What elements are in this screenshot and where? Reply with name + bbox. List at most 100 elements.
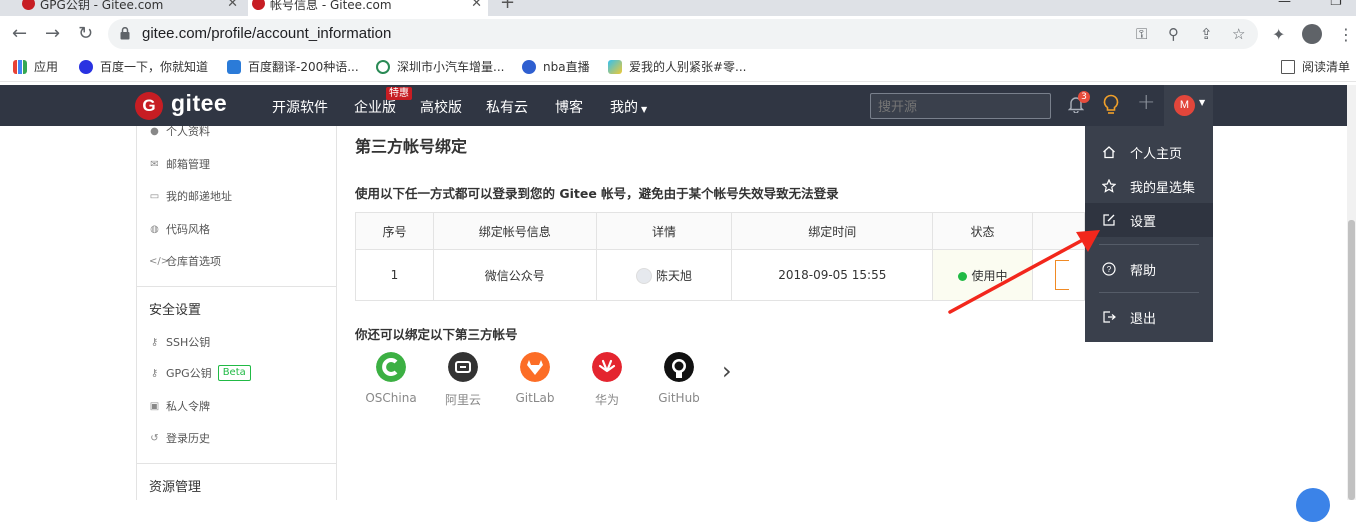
reading-list[interactable]: 阅读清单 xyxy=(1281,58,1350,75)
plus-icon[interactable]: + xyxy=(1137,90,1155,115)
bookmark-music[interactable]: 爱我的人别紧张#零... xyxy=(608,58,747,75)
sidebar-item-login-history[interactable]: ↺ 登录历史 xyxy=(149,430,210,446)
mail-icon: ✉ xyxy=(150,158,159,170)
bookmark-apps[interactable]: 应用 xyxy=(13,58,58,75)
bookmark-star-icon[interactable]: ☆ xyxy=(1232,25,1245,43)
annotation-arrow-icon xyxy=(948,230,1100,314)
sidebar-item-label: 个人资料 xyxy=(166,125,210,138)
menu-item-home[interactable]: 个人主页 xyxy=(1085,135,1213,169)
help-bubble-icon[interactable] xyxy=(1296,488,1330,522)
user-menu-toggle[interactable]: M ▼ xyxy=(1164,85,1213,126)
browser-tab-account[interactable]: 帐号信息 - Gitee.com ✕ xyxy=(248,0,488,16)
bookmark-baidu[interactable]: 百度一下，你就知道 xyxy=(79,58,208,75)
sidebar-item-label: 邮箱管理 xyxy=(166,158,210,171)
provider-label: 阿里云 xyxy=(444,393,481,407)
baidu-icon xyxy=(79,59,93,74)
aliyun-icon xyxy=(448,352,478,382)
more-providers-title: 你还可以绑定以下第三方帐号 xyxy=(355,327,518,342)
nav-private-cloud[interactable]: 私有云 xyxy=(486,97,528,117)
key-icon: ⚷ xyxy=(150,336,159,348)
row-time: 2018-09-05 15:55 xyxy=(731,249,934,301)
reload-icon[interactable]: ↻ xyxy=(78,24,93,44)
menu-item-label: 帮助 xyxy=(1130,263,1157,279)
sidebar-item-label: 登录历史 xyxy=(166,432,210,445)
sidebar-item-profile[interactable]: ● 个人资料 xyxy=(149,123,210,139)
github-icon xyxy=(664,352,694,382)
back-icon[interactable]: ← xyxy=(12,24,27,44)
nav-mine-label: 我的 xyxy=(610,100,638,116)
gitee-logo-text[interactable]: gitee xyxy=(171,90,227,117)
sidebar-item-repo-prefs[interactable]: </> 仓库首选项 xyxy=(149,253,221,269)
gitee-logo-icon[interactable]: G xyxy=(135,92,163,120)
huawei-icon xyxy=(592,352,622,382)
new-tab-icon[interactable]: + xyxy=(500,0,515,13)
sidebar-item-label: 代码风格 xyxy=(166,223,210,236)
key-icon[interactable]: ⚿ xyxy=(1136,25,1147,43)
gitee-header: G gitee 开源软件 企业版 特惠 高校版 私有云 博客 我的▼ 3 + M… xyxy=(0,85,1356,126)
home-icon xyxy=(1103,146,1115,159)
settings-sidebar: ● 个人资料 ✉ 邮箱管理 ▭ 我的邮递地址 ◍ 代码风格 </> 仓库首选项 … xyxy=(136,123,337,500)
nav-enterprise[interactable]: 企业版 xyxy=(354,97,396,117)
provider-oschina[interactable]: OSChina xyxy=(361,352,421,405)
minimize-icon[interactable]: — xyxy=(1278,0,1292,9)
sidebar-item-code-style[interactable]: ◍ 代码风格 xyxy=(149,221,210,237)
maximize-icon[interactable]: ❐ xyxy=(1330,0,1344,9)
extensions-icon[interactable]: ✦ xyxy=(1272,25,1285,44)
menu-icon[interactable]: ⋮ xyxy=(1338,25,1354,44)
nav-blog[interactable]: 博客 xyxy=(555,97,583,117)
column-header: 绑定帐号信息 xyxy=(433,212,597,250)
nav-open-source[interactable]: 开源软件 xyxy=(272,97,328,117)
translate-icon xyxy=(227,59,241,74)
apps-grid-icon xyxy=(13,59,27,74)
nav-mine[interactable]: 我的 ▼ xyxy=(610,97,647,117)
provider-aliyun[interactable]: 阿里云 xyxy=(433,352,493,408)
zoom-icon[interactable]: ⚲ xyxy=(1168,25,1179,43)
sidebar-item-label: 仓库首选项 xyxy=(166,255,221,268)
bookmark-nba[interactable]: nba直播 xyxy=(522,58,590,75)
sidebar-item-address[interactable]: ▭ 我的邮递地址 xyxy=(149,188,232,204)
close-tab-icon[interactable]: ✕ xyxy=(471,0,482,11)
hot-badge: 特惠 xyxy=(386,87,412,100)
history-icon: ↺ xyxy=(150,432,159,444)
chevron-right-icon[interactable]: › xyxy=(722,357,732,385)
lightbulb-icon[interactable] xyxy=(1102,94,1120,116)
beta-badge: Beta xyxy=(217,365,251,381)
sidebar-item-tokens[interactable]: ▣ 私人令牌 xyxy=(149,398,210,414)
security-heading: 安全设置 xyxy=(149,303,202,318)
jrs-icon xyxy=(522,59,536,74)
row-detail: 陈天旭 xyxy=(596,249,733,301)
provider-github[interactable]: GitHub xyxy=(649,352,709,405)
reading-list-icon xyxy=(1281,59,1295,74)
bookmark-label: 深圳市小汽车增量... xyxy=(397,60,505,74)
bookmark-shenzhen[interactable]: 深圳市小汽车增量... xyxy=(376,58,504,75)
sidebar-item-ssh[interactable]: ⚷ SSH公钥 xyxy=(149,334,210,350)
nav-education[interactable]: 高校版 xyxy=(420,97,462,117)
tab-title: GPG公钥 - Gitee.com xyxy=(40,0,164,12)
provider-label: GitLab xyxy=(515,391,555,405)
sidebar-item-email[interactable]: ✉ 邮箱管理 xyxy=(149,156,210,172)
forward-icon[interactable]: → xyxy=(45,24,60,44)
search-input[interactable] xyxy=(870,93,1051,119)
provider-label: GitHub xyxy=(658,391,700,405)
bookmark-fanyi[interactable]: 百度翻译-200种语... xyxy=(227,58,359,75)
row-account: 微信公众号 xyxy=(433,249,597,301)
close-tab-icon[interactable]: ✕ xyxy=(227,0,238,11)
menu-item-stars[interactable]: 我的星选集 xyxy=(1085,169,1213,203)
key-icon: ⚷ xyxy=(150,367,159,379)
sidebar-item-label: SSH公钥 xyxy=(166,336,211,349)
notification-count-badge: 3 xyxy=(1078,91,1090,103)
chevron-down-icon: ▼ xyxy=(641,105,648,114)
profile-avatar-icon[interactable] xyxy=(1302,24,1322,44)
sidebar-item-gpg[interactable]: ⚷ GPG公钥 Beta xyxy=(149,365,251,381)
tab-title: 帐号信息 - Gitee.com xyxy=(270,0,392,12)
browser-tab-gpg[interactable]: GPG公钥 - Gitee.com ✕ xyxy=(18,0,244,16)
scrollbar-thumb[interactable] xyxy=(1348,220,1355,500)
user-icon: ● xyxy=(150,125,159,137)
column-header: 详情 xyxy=(596,212,733,250)
share-icon[interactable]: ⇪ xyxy=(1200,25,1213,43)
avatar xyxy=(636,267,653,284)
address-bar[interactable]: gitee.com/profile/account_information ⚿ … xyxy=(108,19,1258,49)
provider-huawei[interactable]: 华为 xyxy=(577,352,637,408)
provider-gitlab[interactable]: GitLab xyxy=(505,352,565,405)
sidebar-item-label: 我的邮递地址 xyxy=(166,190,232,203)
